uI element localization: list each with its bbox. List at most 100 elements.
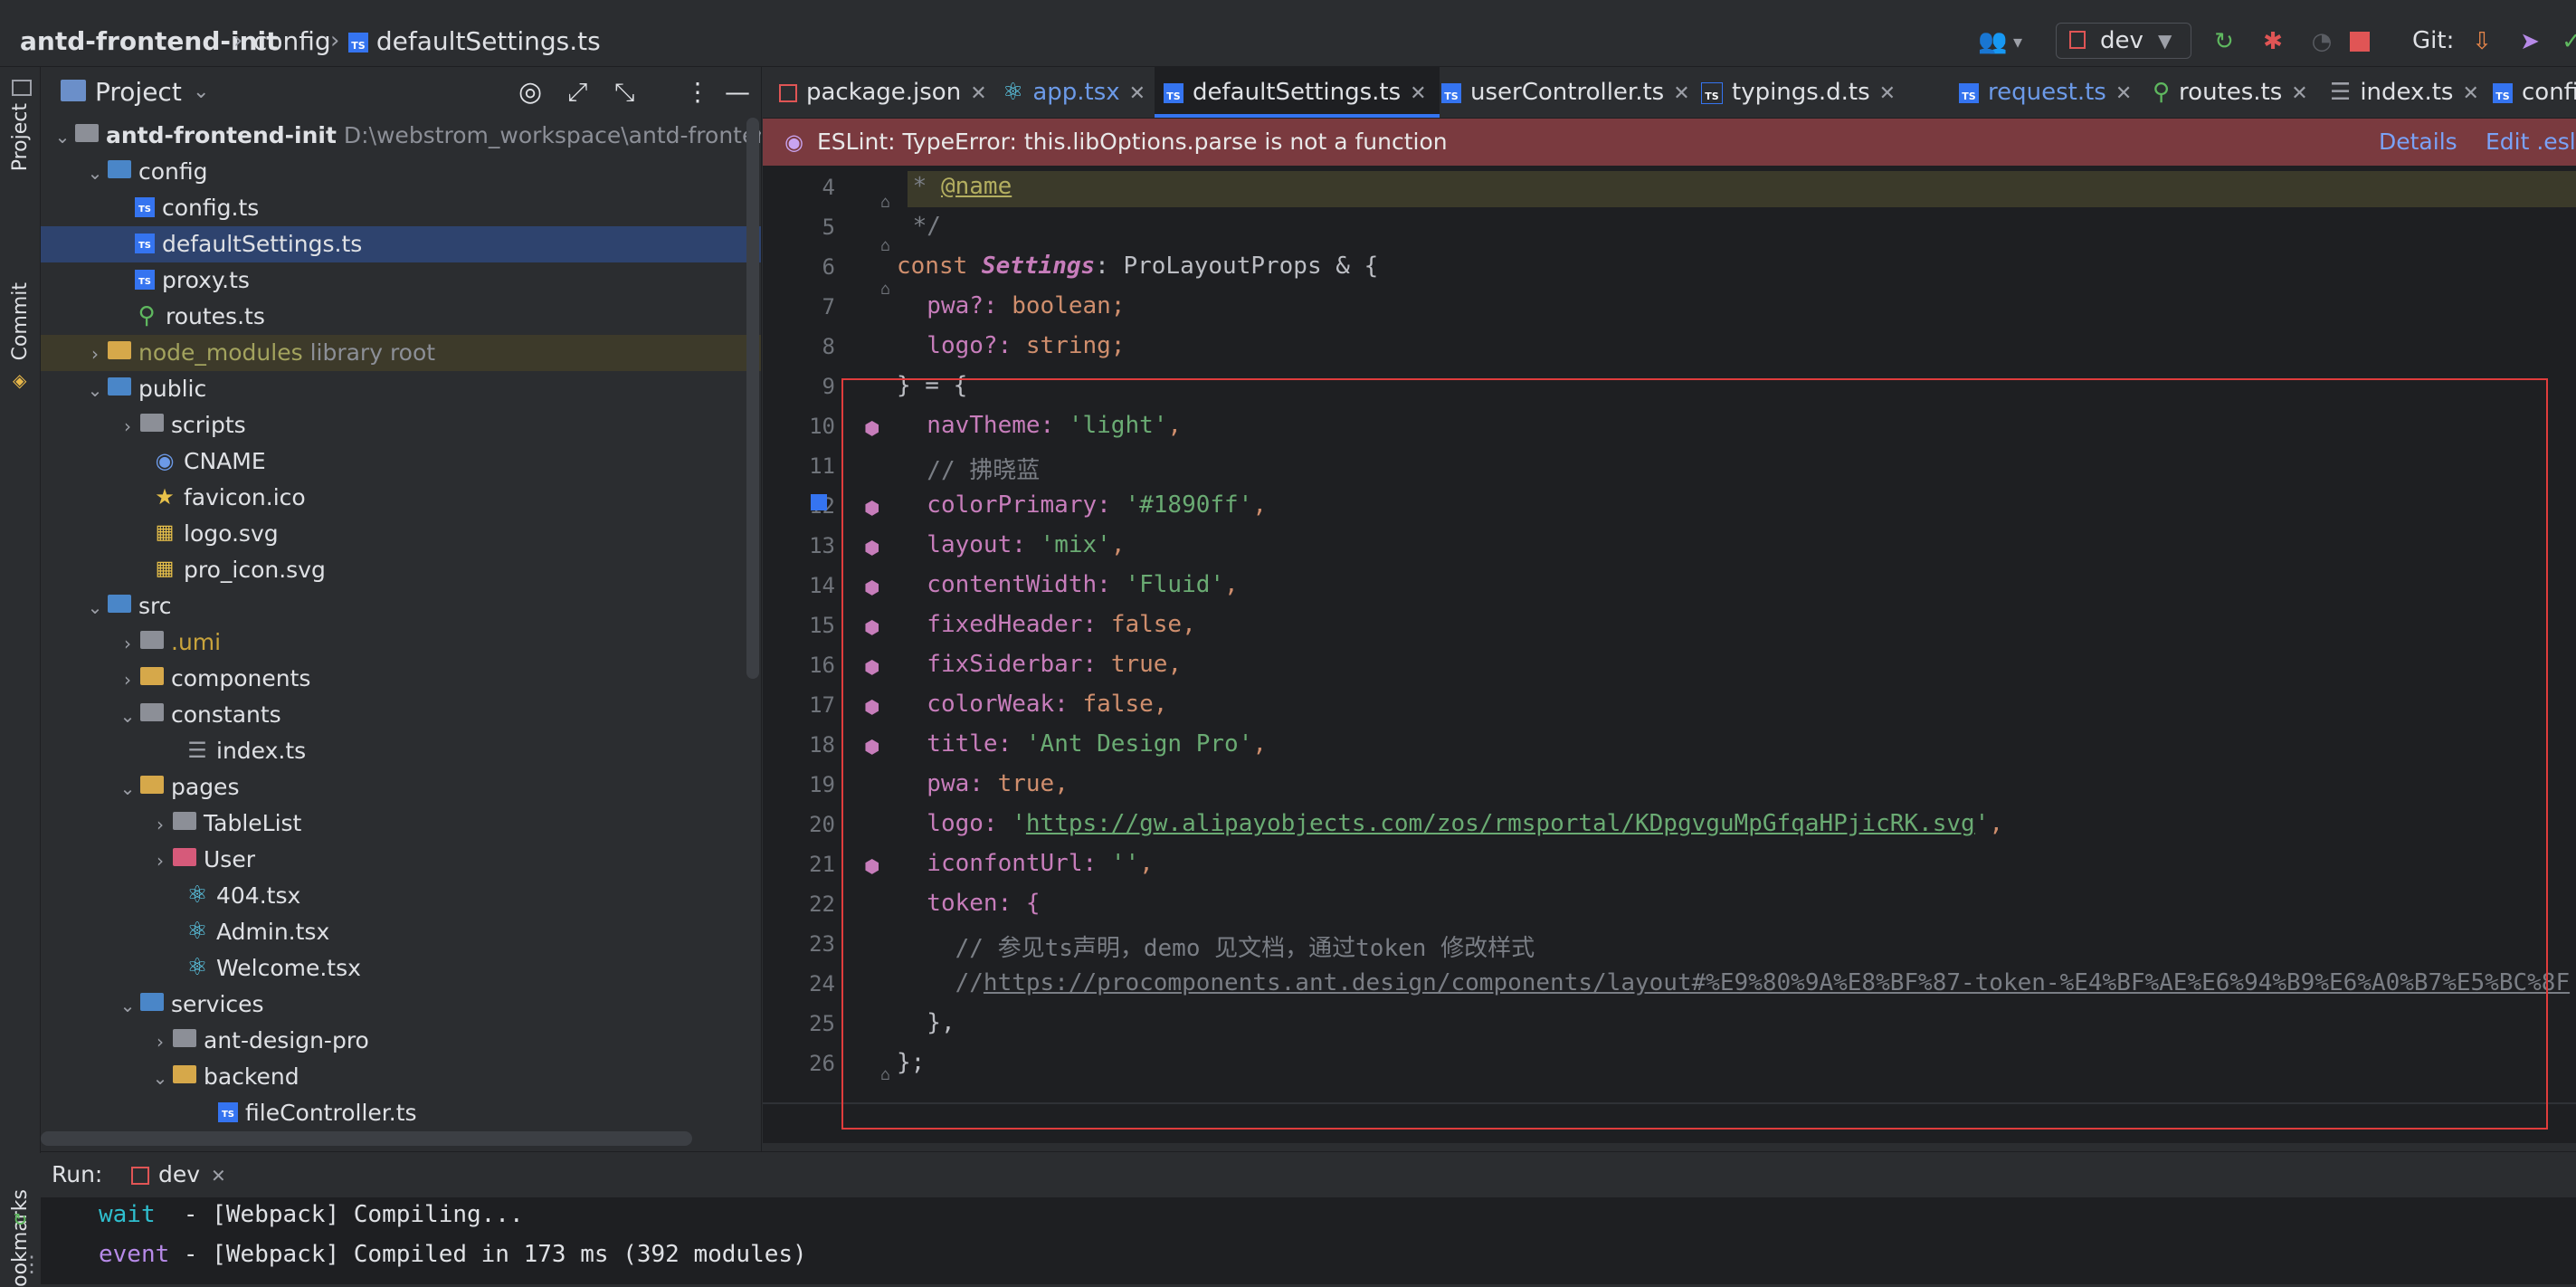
fold-icon[interactable]: ⌂	[880, 236, 890, 255]
tree-row-src[interactable]: ⌄ src	[41, 588, 761, 624]
commit-tool-button[interactable]: Commit ◈	[5, 282, 38, 400]
run-console[interactable]: ↻ ⋮ wait - [Webpack] Compiling... event …	[14, 1197, 2576, 1284]
tree-row-label: antd-frontend-init	[106, 122, 337, 148]
fold-icon[interactable]: ⌂	[880, 193, 890, 212]
tree-row-node-modules[interactable]: › node_modules library root	[41, 335, 761, 371]
vertical-scrollbar[interactable]	[746, 118, 759, 679]
chevron-down-icon[interactable]: ⌄	[193, 67, 209, 118]
git-push-icon[interactable]: ➤	[2515, 27, 2544, 56]
tab-app-tsx[interactable]: ⚛ app.tsx ✕	[1003, 67, 1145, 118]
tree-row-admin[interactable]: ⚛ Admin.tsx	[41, 914, 761, 950]
line-number: 14	[809, 573, 835, 598]
rerun-icon[interactable]: ↻	[2210, 27, 2239, 56]
expand-all-icon[interactable]: ⤢	[567, 67, 587, 118]
tree-row-ant-design-pro[interactable]: › ant-design-pro	[41, 1023, 761, 1059]
close-icon[interactable]: ✕	[1879, 82, 1896, 105]
close-icon[interactable]: ✕	[2115, 82, 2132, 105]
line-number: 9	[822, 374, 835, 399]
tree-row-config-ts[interactable]: TS config.ts	[41, 190, 761, 226]
tab-package-json[interactable]: package.json ✕	[779, 67, 987, 118]
users-icon[interactable]: 👥	[1978, 27, 2007, 56]
tab-default-settings[interactable]: TS defaultSettings.ts ✕	[1155, 67, 1440, 118]
run-tab-dev[interactable]: dev ✕	[131, 1152, 226, 1197]
tree-row-label: routes.ts	[166, 303, 265, 329]
tree-row-label: scripts	[171, 412, 246, 438]
git-update-icon[interactable]: ⇩	[2467, 27, 2496, 56]
line-number: 11	[809, 453, 835, 479]
close-icon[interactable]: ✕	[211, 1165, 226, 1187]
target-icon[interactable]: ◎	[518, 67, 542, 118]
tree-row-favicon[interactable]: ★ favicon.ico	[41, 480, 761, 516]
folder-icon	[140, 414, 164, 432]
run-config-selector[interactable]: dev ▼	[2056, 23, 2191, 59]
tree-row-user[interactable]: › User	[41, 842, 761, 878]
close-icon[interactable]: ✕	[2291, 82, 2307, 105]
chevron-right-icon: ›	[91, 343, 99, 365]
line-number: 10	[809, 414, 835, 439]
hide-panel-icon[interactable]: —	[725, 67, 750, 118]
stop-icon[interactable]	[2350, 32, 2370, 52]
tab-routes[interactable]: ⚲ routes.ts ✕	[2153, 67, 2308, 118]
routes-file-icon: ⚲	[2153, 79, 2171, 106]
tree-row-404[interactable]: ⚛ 404.tsx	[41, 878, 761, 914]
git-commit-icon[interactable]: ✓	[2557, 27, 2576, 56]
breadcrumb-separator-icon: ›	[233, 27, 243, 54]
debug-icon[interactable]: ✱	[2258, 27, 2287, 56]
tree-row-constants[interactable]: ⌄ constants	[41, 697, 761, 733]
tab-typings[interactable]: TS typings.d.ts ✕	[1701, 67, 1896, 118]
tree-row-scripts[interactable]: › scripts	[41, 407, 761, 443]
run-config-label: dev	[2100, 27, 2143, 54]
tree-row-logo-svg[interactable]: ▦ logo.svg	[41, 516, 761, 552]
close-icon[interactable]: ✕	[1410, 82, 1426, 105]
tree-row-default-settings[interactable]: TS defaultSettings.ts	[41, 226, 761, 262]
project-tool-button[interactable]: Project	[5, 80, 38, 224]
close-icon[interactable]: ✕	[1129, 82, 1145, 105]
comment-text: */	[898, 213, 941, 240]
color-swatch-icon[interactable]	[811, 494, 827, 510]
project-panel: Project ⌄ ◎ ⤢ ⤡ ⋮ — ⌄ antd-frontend-init …	[41, 67, 762, 1151]
tree-row-components[interactable]: › components	[41, 661, 761, 697]
breadcrumb-folder[interactable]: config	[253, 16, 331, 66]
tree-row-services[interactable]: ⌄ services	[41, 987, 761, 1023]
tree-row-pages[interactable]: ⌄ pages	[41, 769, 761, 806]
users-dropdown-icon[interactable]: ▾	[2013, 27, 2022, 56]
tree-row-cname[interactable]: ◉ CNAME	[41, 443, 761, 480]
horizontal-scrollbar[interactable]	[41, 1131, 692, 1146]
tree-row-project-root[interactable]: ⌄ antd-frontend-init D:\webstrom_workspac…	[41, 118, 761, 154]
close-icon[interactable]: ✕	[2462, 82, 2478, 105]
breadcrumb-file[interactable]: TS defaultSettings.ts	[348, 16, 601, 66]
tab-config[interactable]: TS config.ts	[2493, 67, 2576, 118]
line-number: 4	[822, 175, 835, 200]
tree-row-backend[interactable]: ⌄ backend	[41, 1059, 761, 1095]
tree-row-config-folder[interactable]: ⌄ config	[41, 154, 761, 190]
tree-row-file-controller[interactable]: TS fileController.ts	[41, 1095, 761, 1131]
run-with-coverage-icon[interactable]: ◔	[2307, 27, 2336, 56]
more-options-icon[interactable]: ⋮	[685, 67, 710, 118]
collapse-all-icon[interactable]: ⤡	[614, 67, 634, 118]
tab-request[interactable]: TS request.ts ✕	[1959, 67, 2132, 118]
run-config-icon	[2069, 31, 2086, 49]
rerun-icon[interactable]: ↻	[14, 1205, 26, 1230]
details-link[interactable]: Details	[2379, 119, 2457, 166]
tree-row-tablelist[interactable]: › TableList	[41, 806, 761, 842]
project-tool-label: Project	[9, 103, 32, 172]
tree-row-welcome[interactable]: ⚛ Welcome.tsx	[41, 950, 761, 987]
tab-index[interactable]: ☰ index.ts ✕	[2330, 67, 2479, 118]
project-panel-title[interactable]: Project	[95, 67, 182, 118]
close-icon[interactable]: ✕	[970, 82, 986, 105]
tree-row-constants-index[interactable]: ☰ index.ts	[41, 733, 761, 769]
tree-row-label: User	[204, 846, 255, 872]
tree-row-public[interactable]: ⌄ public	[41, 371, 761, 407]
tab-user-controller[interactable]: TS userController.ts ✕	[1441, 67, 1690, 118]
fold-icon[interactable]: ⌂	[880, 280, 890, 299]
services-folder-icon	[140, 993, 164, 1011]
tree-row-pro-icon-svg[interactable]: ▦ pro_icon.svg	[41, 552, 761, 588]
tree-row-umi[interactable]: › .umi	[41, 624, 761, 661]
tab-label: request.ts	[1988, 79, 2106, 106]
tree-row-proxy-ts[interactable]: TS proxy.ts	[41, 262, 761, 299]
more-options-icon[interactable]: ⋮	[21, 1252, 43, 1277]
close-icon[interactable]: ✕	[1673, 82, 1689, 105]
user-folder-icon	[173, 848, 196, 866]
tree-row-routes-ts[interactable]: ⚲ routes.ts	[41, 299, 761, 335]
edit-eslint-link[interactable]: Edit .eslin	[2486, 119, 2576, 166]
